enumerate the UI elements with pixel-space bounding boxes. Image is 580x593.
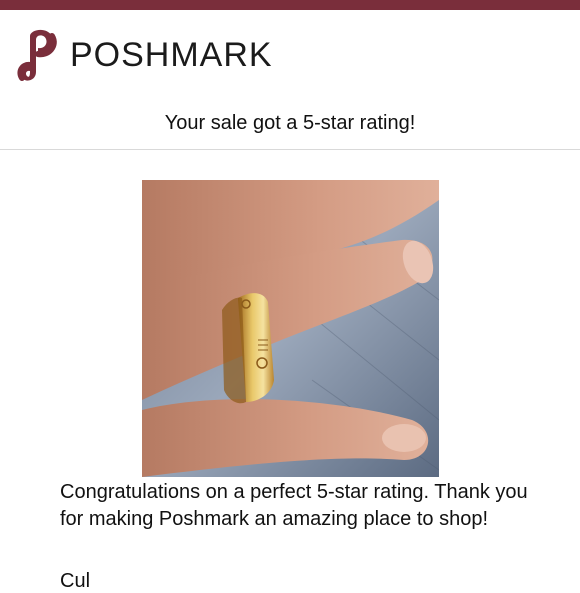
congratulations-message: Congratulations on a perfect 5-star rati…: [60, 481, 528, 530]
header-divider: [0, 149, 580, 150]
brand-top-bar: [0, 0, 580, 10]
product-photo[interactable]: [142, 180, 439, 477]
email-header: POSHMARK: [0, 10, 580, 98]
poshmark-logo-icon[interactable]: [14, 28, 60, 86]
signoff-text: Cul: [60, 570, 91, 592]
brand-wordmark[interactable]: POSHMARK: [70, 36, 273, 75]
email-headline: Your sale got a 5-star rating!: [164, 112, 416, 134]
